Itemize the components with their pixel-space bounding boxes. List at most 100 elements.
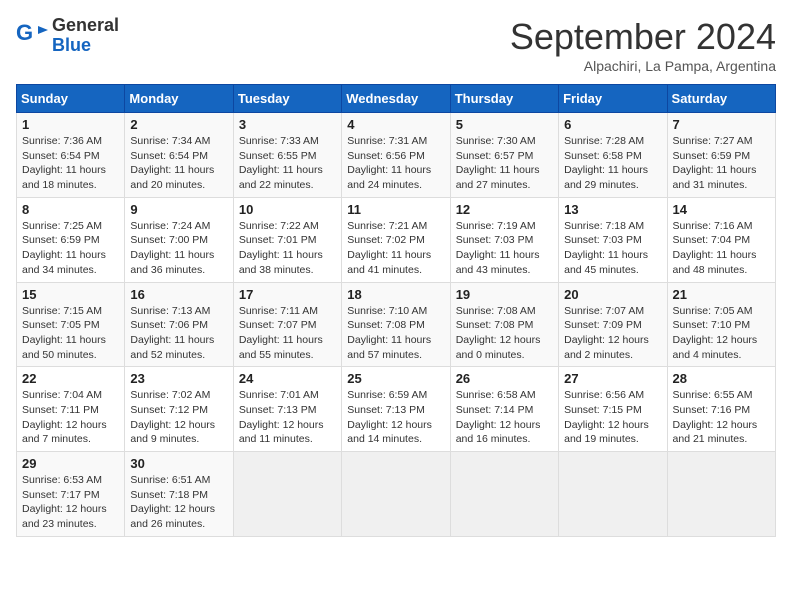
day-number: 20 xyxy=(564,287,661,302)
calendar-cell: 14 Sunrise: 7:16 AMSunset: 7:04 PMDayligh… xyxy=(667,197,775,282)
calendar-cell: 29 Sunrise: 6:53 AMSunset: 7:17 PMDayligh… xyxy=(17,452,125,537)
month-title: September 2024 xyxy=(510,16,776,58)
day-info: Sunrise: 7:28 AMSunset: 6:58 PMDaylight:… xyxy=(564,134,661,193)
calendar-cell: 25Sunrise: 6:59 AMSunset: 7:13 PMDayligh… xyxy=(342,367,450,452)
calendar-week-row: 29 Sunrise: 6:53 AMSunset: 7:17 PMDayligh… xyxy=(17,452,776,537)
day-number: 14 xyxy=(673,202,770,217)
day-number: 11 xyxy=(347,202,444,217)
day-info: Sunrise: 7:13 AMSunset: 7:06 PMDaylight:… xyxy=(130,304,227,363)
calendar-week-row: 8 Sunrise: 7:25 AMSunset: 6:59 PMDaylight… xyxy=(17,197,776,282)
day-number: 29 xyxy=(22,456,119,471)
calendar-cell: 12 Sunrise: 7:19 AMSunset: 7:03 PMDayligh… xyxy=(450,197,558,282)
day-number: 15 xyxy=(22,287,119,302)
day-number: 26 xyxy=(456,371,553,386)
day-info: Sunrise: 7:10 AMSunset: 7:08 PMDaylight:… xyxy=(347,304,444,363)
calendar-cell: 19 Sunrise: 7:08 AMSunset: 7:08 PMDayligh… xyxy=(450,282,558,367)
day-info: Sunrise: 7:07 AMSunset: 7:09 PMDaylight:… xyxy=(564,304,661,363)
day-info: Sunrise: 7:11 AMSunset: 7:07 PMDaylight:… xyxy=(239,304,336,363)
day-number: 3 xyxy=(239,117,336,132)
calendar-table: SundayMondayTuesdayWednesdayThursdayFrid… xyxy=(16,84,776,537)
calendar-cell xyxy=(559,452,667,537)
day-info: Sunrise: 7:15 AMSunset: 7:05 PMDaylight:… xyxy=(22,304,119,363)
calendar-header-row: SundayMondayTuesdayWednesdayThursdayFrid… xyxy=(17,85,776,113)
calendar-cell: 2Sunrise: 7:34 AMSunset: 6:54 PMDaylight… xyxy=(125,113,233,198)
day-info: Sunrise: 7:16 AMSunset: 7:04 PMDaylight:… xyxy=(673,219,770,278)
day-info: Sunrise: 7:25 AMSunset: 6:59 PMDaylight:… xyxy=(22,219,119,278)
day-info: Sunrise: 7:05 AMSunset: 7:10 PMDaylight:… xyxy=(673,304,770,363)
calendar-cell: 24Sunrise: 7:01 AMSunset: 7:13 PMDayligh… xyxy=(233,367,341,452)
day-info: Sunrise: 7:33 AMSunset: 6:55 PMDaylight:… xyxy=(239,134,336,193)
calendar-cell: 26 Sunrise: 6:58 AMSunset: 7:14 PMDayligh… xyxy=(450,367,558,452)
calendar-cell: 27 Sunrise: 6:56 AMSunset: 7:15 PMDayligh… xyxy=(559,367,667,452)
calendar-cell: 5 Sunrise: 7:30 AMSunset: 6:57 PMDaylight… xyxy=(450,113,558,198)
calendar-week-row: 1Sunrise: 7:36 AMSunset: 6:54 PMDaylight… xyxy=(17,113,776,198)
calendar-cell: 17 Sunrise: 7:11 AMSunset: 7:07 PMDayligh… xyxy=(233,282,341,367)
day-number: 8 xyxy=(22,202,119,217)
calendar-cell: 23 Sunrise: 7:02 AMSunset: 7:12 PMDayligh… xyxy=(125,367,233,452)
day-info: Sunrise: 6:58 AMSunset: 7:14 PMDaylight:… xyxy=(456,388,553,447)
day-header-friday: Friday xyxy=(559,85,667,113)
calendar-cell: 20 Sunrise: 7:07 AMSunset: 7:09 PMDayligh… xyxy=(559,282,667,367)
calendar-cell: 4Sunrise: 7:31 AMSunset: 6:56 PMDaylight… xyxy=(342,113,450,198)
calendar-cell xyxy=(450,452,558,537)
day-info: Sunrise: 6:56 AMSunset: 7:15 PMDaylight:… xyxy=(564,388,661,447)
calendar-cell: 8 Sunrise: 7:25 AMSunset: 6:59 PMDaylight… xyxy=(17,197,125,282)
day-info: Sunrise: 7:19 AMSunset: 7:03 PMDaylight:… xyxy=(456,219,553,278)
calendar-cell: 7 Sunrise: 7:27 AMSunset: 6:59 PMDaylight… xyxy=(667,113,775,198)
day-info: Sunrise: 7:18 AMSunset: 7:03 PMDaylight:… xyxy=(564,219,661,278)
day-header-sunday: Sunday xyxy=(17,85,125,113)
day-number: 21 xyxy=(673,287,770,302)
day-number: 18 xyxy=(347,287,444,302)
day-number: 13 xyxy=(564,202,661,217)
day-number: 30 xyxy=(130,456,227,471)
logo-icon: G xyxy=(16,20,48,52)
calendar-cell: 10 Sunrise: 7:22 AMSunset: 7:01 PMDayligh… xyxy=(233,197,341,282)
calendar-cell: 15 Sunrise: 7:15 AMSunset: 7:05 PMDayligh… xyxy=(17,282,125,367)
calendar-cell xyxy=(667,452,775,537)
calendar-cell xyxy=(342,452,450,537)
logo: G General Blue xyxy=(16,16,119,56)
day-number: 7 xyxy=(673,117,770,132)
day-header-monday: Monday xyxy=(125,85,233,113)
day-info: Sunrise: 7:04 AMSunset: 7:11 PMDaylight:… xyxy=(22,388,119,447)
day-number: 22 xyxy=(22,371,119,386)
day-info: Sunrise: 6:51 AMSunset: 7:18 PMDaylight:… xyxy=(130,473,227,532)
day-number: 2 xyxy=(130,117,227,132)
day-info: Sunrise: 7:31 AMSunset: 6:56 PMDaylight:… xyxy=(347,134,444,193)
day-number: 19 xyxy=(456,287,553,302)
calendar-cell: 22 Sunrise: 7:04 AMSunset: 7:11 PMDayligh… xyxy=(17,367,125,452)
day-number: 10 xyxy=(239,202,336,217)
title-block: September 2024 Alpachiri, La Pampa, Arge… xyxy=(510,16,776,74)
day-number: 25 xyxy=(347,371,444,386)
svg-text:G: G xyxy=(16,20,33,45)
day-number: 17 xyxy=(239,287,336,302)
day-info: Sunrise: 6:53 AMSunset: 7:17 PMDaylight:… xyxy=(22,473,119,532)
day-number: 24 xyxy=(239,371,336,386)
calendar-cell: 18 Sunrise: 7:10 AMSunset: 7:08 PMDayligh… xyxy=(342,282,450,367)
day-info: Sunrise: 7:27 AMSunset: 6:59 PMDaylight:… xyxy=(673,134,770,193)
day-info: Sunrise: 7:02 AMSunset: 7:12 PMDaylight:… xyxy=(130,388,227,447)
day-info: Sunrise: 6:55 AMSunset: 7:16 PMDaylight:… xyxy=(673,388,770,447)
day-number: 23 xyxy=(130,371,227,386)
day-info: Sunrise: 7:36 AMSunset: 6:54 PMDaylight:… xyxy=(22,134,119,193)
day-info: Sunrise: 7:24 AMSunset: 7:00 PMDaylight:… xyxy=(130,219,227,278)
day-info: Sunrise: 7:30 AMSunset: 6:57 PMDaylight:… xyxy=(456,134,553,193)
day-header-wednesday: Wednesday xyxy=(342,85,450,113)
day-info: Sunrise: 7:22 AMSunset: 7:01 PMDaylight:… xyxy=(239,219,336,278)
day-number: 16 xyxy=(130,287,227,302)
calendar-cell: 21 Sunrise: 7:05 AMSunset: 7:10 PMDayligh… xyxy=(667,282,775,367)
calendar-cell xyxy=(233,452,341,537)
day-number: 6 xyxy=(564,117,661,132)
calendar-cell: 28Sunrise: 6:55 AMSunset: 7:16 PMDayligh… xyxy=(667,367,775,452)
day-number: 5 xyxy=(456,117,553,132)
day-number: 27 xyxy=(564,371,661,386)
logo-text: General Blue xyxy=(52,16,119,56)
page-header: G General Blue September 2024 Alpachiri,… xyxy=(16,16,776,74)
location-subtitle: Alpachiri, La Pampa, Argentina xyxy=(510,58,776,74)
calendar-cell: 6 Sunrise: 7:28 AMSunset: 6:58 PMDaylight… xyxy=(559,113,667,198)
calendar-cell: 30 Sunrise: 6:51 AMSunset: 7:18 PMDayligh… xyxy=(125,452,233,537)
calendar-cell: 3 Sunrise: 7:33 AMSunset: 6:55 PMDaylight… xyxy=(233,113,341,198)
day-info: Sunrise: 7:08 AMSunset: 7:08 PMDaylight:… xyxy=(456,304,553,363)
day-info: Sunrise: 7:21 AMSunset: 7:02 PMDaylight:… xyxy=(347,219,444,278)
day-number: 12 xyxy=(456,202,553,217)
